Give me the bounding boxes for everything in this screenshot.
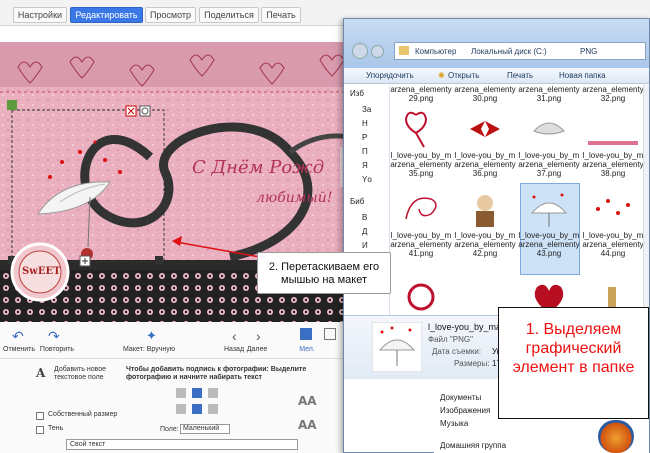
file-grid-scrollbar[interactable] [643,85,649,315]
nav-item-1[interactable]: За [362,105,371,114]
thumbnail-hearts-scatter[interactable] [588,189,638,229]
file-43[interactable]: l_love-you_by_m arzena_elementy 43.png [518,231,580,258]
new-folder-button[interactable]: Новая папка [559,71,606,80]
shadow-label: Тень [48,425,64,432]
details-size-label: Размеры: [454,359,490,368]
address-bar[interactable]: Компьютер Локальный диск (C:) PNG [394,42,646,60]
nav-item-8[interactable]: В [362,213,367,222]
add-text-icon[interactable]: A [36,366,45,380]
file-grid: arzena_elementy 29.png arzena_elementy 30.… [390,85,643,315]
file-35[interactable]: l_love-you_by_m arzena_elementy 35.png [390,151,452,178]
align-center-icon[interactable] [192,388,202,398]
thumbnail-red-flower[interactable] [396,277,446,315]
font-size-up-icon[interactable]: AA [298,394,317,408]
file-41[interactable]: l_love-you_by_m arzena_elementy 41.png [390,231,452,258]
nav-homegroup[interactable]: Домашняя группа [440,441,506,450]
firefox-icon[interactable] [598,420,634,453]
valign-middle-icon[interactable] [192,404,202,414]
valign-top-icon[interactable] [176,404,186,414]
shadow-checkbox[interactable] [36,426,44,434]
open-icon: ✺ [438,71,445,80]
own-size-checkbox[interactable] [36,412,44,420]
back-nav-button[interactable] [352,43,368,59]
open-button[interactable]: Открыть [448,71,479,80]
redo-label[interactable]: Повторить [36,346,78,353]
details-date-label: Дата съемки: [432,347,482,356]
thumbnail-cupid[interactable] [460,189,510,229]
back-arrow-icon[interactable]: ‹ [232,328,237,344]
tab-edit[interactable]: Редактировать [70,7,143,23]
file-37[interactable]: l_love-you_by_m arzena_elementy 37.png [518,151,580,178]
tab-share[interactable]: Поделиться [199,7,259,23]
step-2-callout: 2. Перетаскиваем его мышью на макет [257,252,391,294]
breadcrumb-drive[interactable]: Локальный диск (C:) [471,47,547,56]
photo-tab-icon[interactable] [300,328,312,340]
thumbnail-swirl[interactable] [396,189,446,229]
tab-settings[interactable]: Настройки [13,7,67,23]
explorer-titlebar: Компьютер Локальный диск (C:) PNG [344,19,649,69]
tab-preview[interactable]: Просмотр [145,7,196,23]
thumbnail-strip[interactable] [588,109,638,149]
file-36[interactable]: l_love-you_by_m arzena_elementy 36.png [454,151,516,178]
nav-item-3[interactable]: Р [362,133,367,142]
undo-icon[interactable]: ↶ [12,328,24,345]
explorer-toolbar: Упорядочить ✺ Открыть Печать Новая папка [344,68,649,84]
nav-item-2[interactable]: Н [362,119,368,128]
sweet-badge: SwEET [22,266,61,277]
greeting-line-2: любимый! [256,190,333,206]
nav-item-5[interactable]: Я [362,161,368,170]
folder-icon [399,46,409,55]
organize-button[interactable]: Упорядочить [366,71,414,80]
preview-umbrella-icon [372,322,422,372]
print-button[interactable]: Печать [507,71,533,80]
details-file-type: Файл "PNG" [428,335,473,344]
nav-documents[interactable]: Документы [440,393,481,402]
caption-hint: Чтобы добавить подпись к фотографии: Выд… [126,366,307,381]
nav-favorites[interactable]: Изб [350,89,364,98]
field-label: Поле: [160,426,179,433]
nav-item-9[interactable]: Д [362,227,367,236]
thumbnail-red-bow[interactable] [460,109,510,149]
own-size-label: Собственный размер [48,411,118,418]
align-right-icon[interactable] [208,388,218,398]
nav-images[interactable]: Изображения [440,406,490,415]
nav-libraries[interactable]: Биб [350,197,364,206]
file-38[interactable]: l_love-you_by_m arzena_elementy 38.png [582,151,643,178]
layout-mode-label[interactable]: Макет: Вручную [118,346,180,353]
breadcrumb-computer[interactable]: Компьютер [415,47,456,56]
frame-icon[interactable] [324,328,336,340]
file-32[interactable]: arzena_elementy 32.png [582,85,643,103]
valign-bottom-icon[interactable] [208,404,218,414]
field-size-select[interactable]: Маленький [180,424,230,434]
file-42[interactable]: l_love-you_by_m arzena_elementy 42.png [454,231,516,258]
tab-print[interactable]: Печать [261,7,301,23]
add-text-label[interactable]: Добавить новое текстовое поле [54,366,114,382]
text-style-select[interactable]: Свой текст [66,439,298,450]
font-size-down-icon[interactable]: AA [298,418,317,432]
file-30[interactable]: arzena_elementy 30.png [454,85,516,103]
file-31[interactable]: arzena_elementy 31.png [518,85,580,103]
nav-music[interactable]: Музыка [440,419,468,428]
nav-item-4[interactable]: П [362,147,368,156]
thumbnail-heart-string[interactable] [396,109,446,149]
next-arrow-icon[interactable]: › [256,328,261,344]
tab-mark-label[interactable]: Мел. [296,346,318,353]
thumbnail-umbrella[interactable] [524,189,574,229]
next-label[interactable]: Далее [244,346,270,353]
back-label[interactable]: Назад [222,346,246,353]
breadcrumb-png[interactable]: PNG [580,47,597,56]
greeting-line-1: С Днём Рожд [192,157,325,178]
file-29[interactable]: arzena_elementy 29.png [390,85,452,103]
nav-item-10[interactable]: И [362,241,368,250]
thumbnail-white-ribbon[interactable] [524,109,574,149]
nav-item-6[interactable]: Yо [362,175,372,184]
undo-label[interactable]: Отменить [0,346,38,353]
step-1-callout: 1. Выделяем графический элемент в папке [498,307,649,419]
align-left-icon[interactable] [176,388,186,398]
redo-icon[interactable]: ↷ [48,328,60,345]
magic-wand-icon[interactable]: ✦ [146,328,157,344]
file-44[interactable]: l_love-you_by_m arzena_elementy 44.png [582,231,643,258]
forward-nav-button[interactable] [371,45,384,58]
